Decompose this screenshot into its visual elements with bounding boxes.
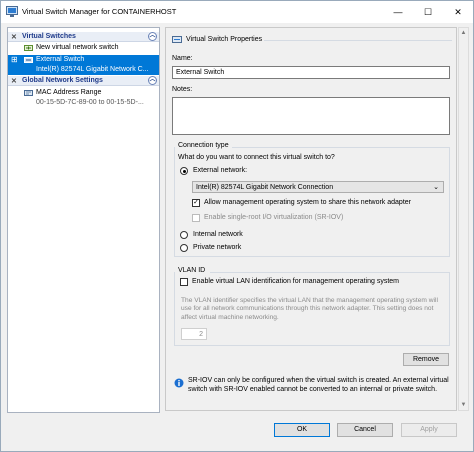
connection-question: What do you want to connect this virtual… (178, 154, 335, 161)
internal-network-radio[interactable] (180, 231, 188, 239)
network-adapter-value: Intel(R) 82574L Gigabit Network Connecti… (196, 184, 334, 191)
name-label: Name: (172, 55, 193, 62)
header-divider (264, 40, 452, 41)
global-network-settings-header[interactable]: ✕ Global Network Settings ︿ (8, 76, 159, 86)
sriov-info-text: SR-IOV can only be configured when the v… (188, 377, 449, 393)
remove-button[interactable]: Remove (403, 353, 449, 366)
new-switch-icon (24, 45, 33, 51)
switch-properties-icon (172, 36, 182, 43)
global-settings-header-label: Global Network Settings (22, 77, 103, 84)
internal-network-label: Internal network (193, 231, 243, 238)
tree-item-label: External Switch (36, 56, 85, 63)
enable-sriov-label: Enable single-root I/O virtualization (S… (204, 214, 344, 221)
collapse-toggle-icon[interactable]: ✕ (11, 77, 17, 85)
notes-label: Notes: (172, 86, 193, 93)
external-network-label: External network: (193, 167, 248, 174)
tree-item-sublabel: 00-15-5D-7C-89-00 to 00-15-5D-... (36, 99, 144, 106)
apply-button[interactable]: Apply (401, 423, 457, 437)
cancel-button[interactable]: Cancel (337, 423, 393, 437)
enable-sriov-checkbox[interactable] (192, 214, 200, 222)
tree-item-mac-range-value[interactable]: 00-15-5D-7C-89-00 to 00-15-5D-... (8, 98, 159, 108)
virtual-switches-header-label: Virtual Switches (22, 33, 76, 40)
group-divider (232, 147, 450, 148)
minimize-button[interactable]: — (383, 1, 413, 23)
ok-button[interactable]: OK (274, 423, 330, 437)
private-network-radio[interactable] (180, 244, 188, 252)
collapse-chevron-icon[interactable]: ︿ (148, 32, 157, 41)
tree-item-label: MAC Address Range (36, 89, 102, 96)
enable-vlan-checkbox[interactable] (180, 278, 188, 286)
allow-management-label: Allow management operating system to sha… (204, 199, 411, 206)
collapse-toggle-icon[interactable]: ✕ (11, 33, 17, 41)
vlan-id-value: 2 (199, 331, 203, 338)
network-adapter-select[interactable]: Intel(R) 82574L Gigabit Network Connecti… (192, 181, 444, 193)
enable-vlan-label: Enable virtual LAN identification for ma… (192, 278, 399, 285)
vertical-scrollbar[interactable]: ▲ ▼ (458, 27, 469, 411)
virtual-switch-manager-window: Virtual Switch Manager for CONTAINERHOST… (0, 0, 474, 452)
name-input-value: External Switch (176, 69, 225, 76)
navigation-pane: ✕ Virtual Switches ︿ New virtual network… (7, 27, 160, 413)
notes-textarea[interactable] (172, 97, 450, 135)
mac-address-icon (24, 90, 33, 96)
properties-header: Virtual Switch Properties (186, 36, 263, 43)
maximize-button[interactable]: ☐ (413, 1, 443, 23)
name-input[interactable]: External Switch (172, 66, 450, 79)
switch-icon (24, 57, 33, 63)
scroll-up-icon[interactable]: ▲ (459, 28, 468, 38)
virtual-switches-header[interactable]: ✕ Virtual Switches ︿ (8, 32, 159, 42)
vlan-description: The VLAN identifier specifies the virtua… (181, 297, 438, 321)
tree-item-external-switch[interactable]: ⊞ External Switch (8, 55, 159, 65)
tree-item-mac-range[interactable]: MAC Address Range (8, 88, 159, 98)
close-button[interactable]: ✕ (443, 1, 473, 23)
private-network-label: Private network (193, 244, 242, 251)
allow-management-checkbox[interactable]: ✓ (192, 199, 200, 207)
properties-pane: Virtual Switch Properties Name: External… (165, 27, 457, 411)
tree-item-sublabel: Intel(R) 82574L Gigabit Network C... (36, 66, 149, 73)
tree-item-external-switch-adapter[interactable]: Intel(R) 82574L Gigabit Network C... (8, 65, 159, 75)
chevron-down-icon[interactable]: ⌄ (433, 183, 439, 191)
title-bar: Virtual Switch Manager for CONTAINERHOST… (1, 1, 473, 23)
vlan-id-input[interactable]: 2 (181, 328, 207, 340)
collapse-chevron-icon[interactable]: ︿ (148, 76, 157, 85)
app-icon (6, 6, 18, 17)
expand-icon[interactable]: ⊞ (11, 55, 18, 64)
window-title: Virtual Switch Manager for CONTAINERHOST (22, 7, 177, 16)
tree-item-new-switch[interactable]: New virtual network switch (8, 43, 159, 53)
scroll-down-icon[interactable]: ▼ (459, 400, 468, 410)
external-network-radio[interactable] (180, 167, 188, 175)
group-divider (210, 272, 450, 273)
tree-item-label: New virtual network switch (36, 44, 119, 51)
info-icon (174, 378, 184, 388)
